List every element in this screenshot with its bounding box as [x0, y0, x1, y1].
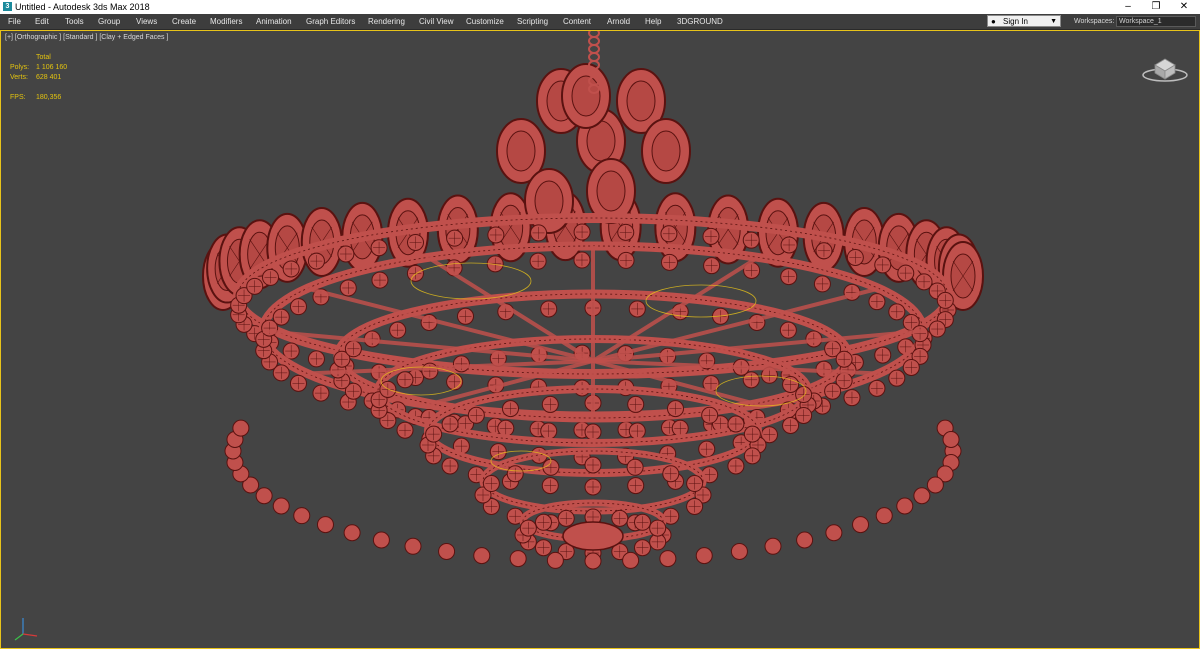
user-icon: ●: [991, 17, 996, 26]
menu-civil-view[interactable]: Civil View: [419, 14, 454, 29]
sign-in-dropdown[interactable]: ● Sign In ▼: [987, 15, 1061, 27]
stats-fps-label: FPS:: [10, 94, 26, 101]
menu-rendering[interactable]: Rendering: [368, 14, 405, 29]
chevron-down-icon: ▼: [1050, 18, 1057, 25]
workspaces-label: Workspaces:: [1074, 18, 1115, 25]
menu-arnold[interactable]: Arnold: [607, 14, 630, 29]
menu-3dground[interactable]: 3DGROUND: [677, 14, 723, 29]
sign-in-label: Sign In: [1003, 17, 1028, 26]
menu-group[interactable]: Group: [98, 14, 120, 29]
stats-verts-value: 628 401: [36, 74, 62, 81]
stats-polys-label: Polys:: [10, 64, 30, 71]
chandelier-model[interactable]: [1, 31, 1199, 648]
stats-fps-value: 180,356: [36, 94, 62, 101]
stats-verts-label: Verts:: [10, 74, 28, 81]
stats-total-header: Total: [36, 54, 51, 61]
restore-button[interactable]: ❐: [1142, 0, 1170, 14]
viewport-orthographic[interactable]: [+] [Orthographic ] [Standard ] [Clay + …: [0, 30, 1200, 649]
workspace-select[interactable]: Workspace_1: [1116, 16, 1196, 27]
close-button[interactable]: ✕: [1170, 0, 1198, 14]
axis-tripod-icon: [14, 618, 38, 641]
app-icon: 3: [3, 2, 12, 11]
menu-help[interactable]: Help: [645, 14, 661, 29]
menu-modifiers[interactable]: Modifiers: [210, 14, 242, 29]
menu-file[interactable]: File: [8, 14, 21, 29]
window-title: Untitled - Autodesk 3ds Max 2018: [15, 2, 150, 12]
menu-edit[interactable]: Edit: [35, 14, 49, 29]
stats-polys-value: 1 106 160: [36, 64, 68, 71]
window-title-bar: 3 Untitled - Autodesk 3ds Max 2018 – ❐ ✕: [0, 0, 1200, 15]
menu-tools[interactable]: Tools: [65, 14, 84, 29]
viewport-label-menu[interactable]: [+] [Orthographic ] [Standard ] [Clay + …: [5, 34, 168, 41]
menu-scripting[interactable]: Scripting: [517, 14, 548, 29]
menu-graph-editors[interactable]: Graph Editors: [306, 14, 355, 29]
menu-animation[interactable]: Animation: [256, 14, 292, 29]
menu-views[interactable]: Views: [136, 14, 157, 29]
menu-create[interactable]: Create: [172, 14, 196, 29]
viewcube-icon[interactable]: [1141, 53, 1189, 85]
menu-content[interactable]: Content: [563, 14, 591, 29]
minimize-button[interactable]: –: [1114, 0, 1142, 14]
workspace-value: Workspace_1: [1119, 18, 1162, 25]
menu-customize[interactable]: Customize: [466, 14, 504, 29]
